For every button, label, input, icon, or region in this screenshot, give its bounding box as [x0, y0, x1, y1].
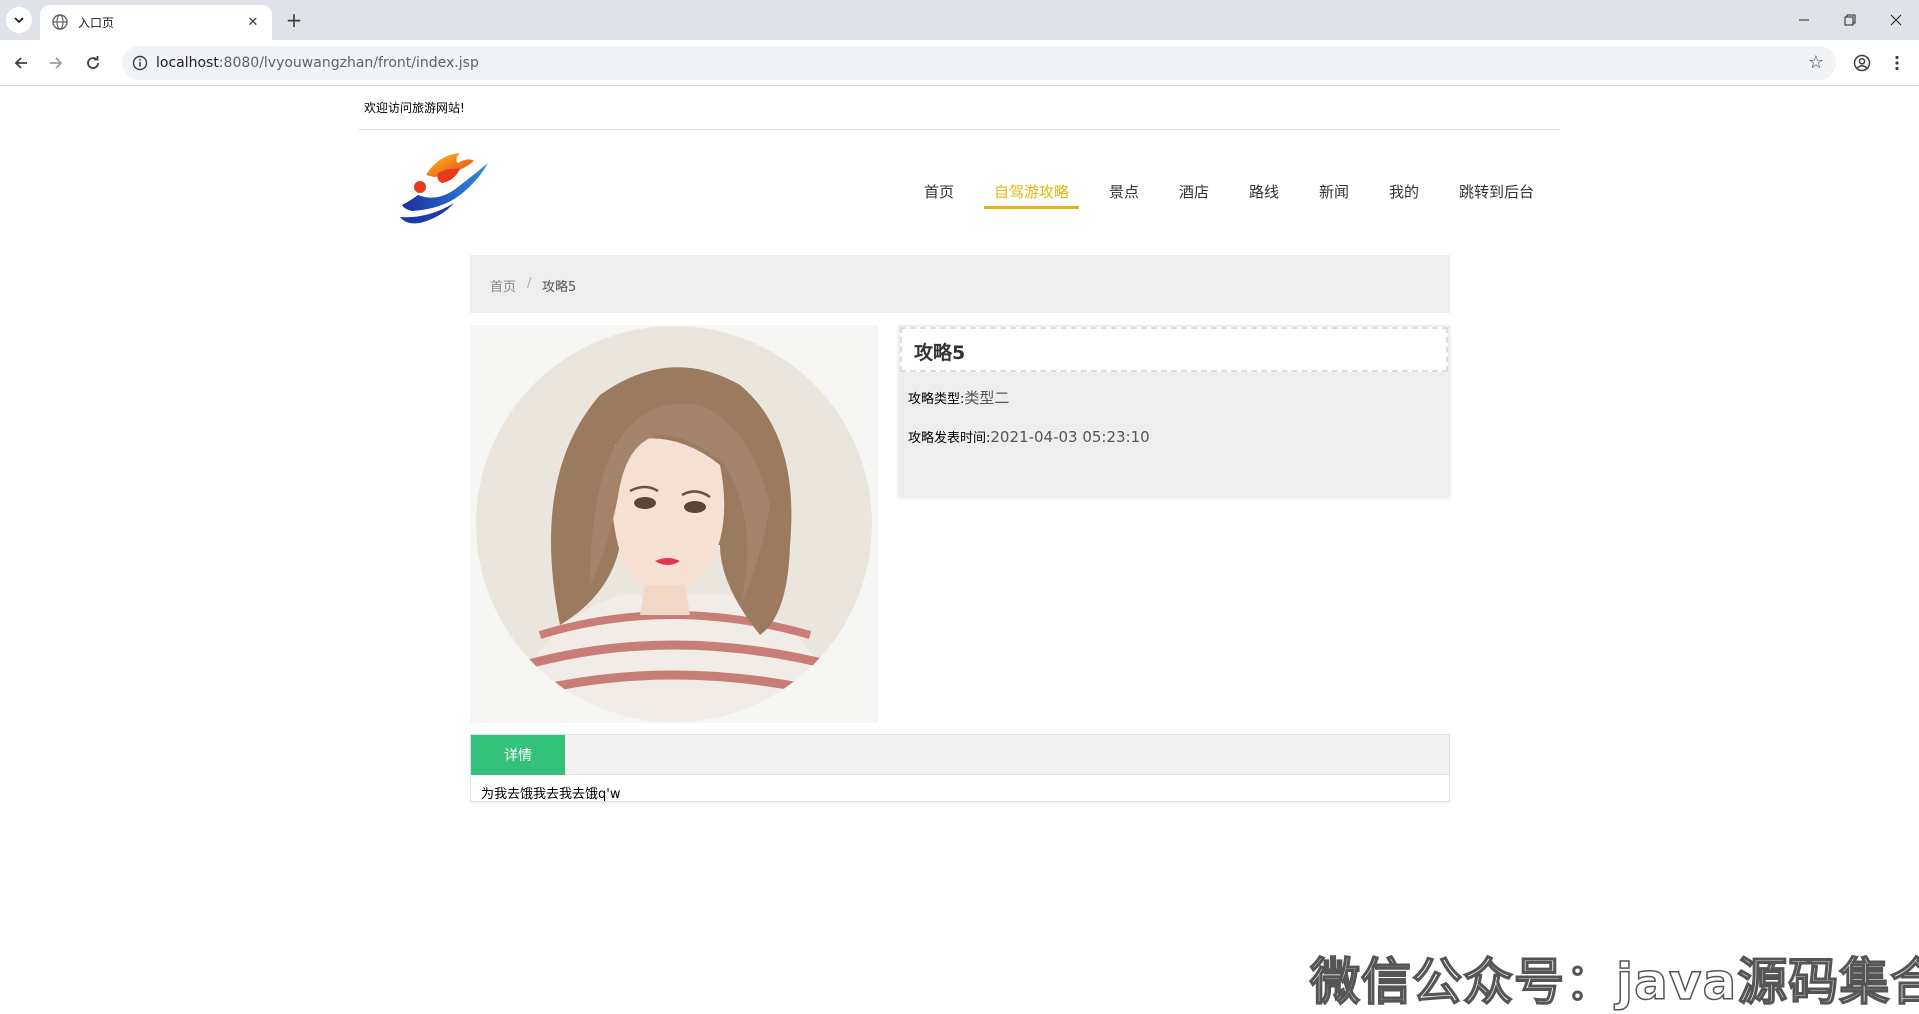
guide-type-value: 类型二 — [964, 389, 1010, 407]
reload-icon[interactable] — [81, 51, 105, 75]
watermark-text: 微信公众号：java源码集合 — [1309, 952, 1919, 1012]
guide-type-label: 攻略类型: — [908, 392, 965, 407]
detail-panel: 详情 为我去饿我去我去饿q'w — [470, 734, 1450, 802]
url-text: localhost:8080/lvyouwangzhan/front/index… — [156, 55, 479, 71]
nav-item-hotels[interactable]: 酒店 — [1179, 181, 1209, 202]
guide-time-row: 攻略发表时间:2021-04-03 05:23:10 — [908, 427, 1150, 446]
detail-content: 为我去饿我去我去饿q'w — [481, 787, 621, 802]
info-icon[interactable] — [132, 55, 148, 71]
breadcrumb: 首页 / 攻略5 — [470, 255, 1450, 313]
browser-tab[interactable]: 入口页 ✕ — [40, 5, 272, 40]
guide-info-panel: 攻略5 攻略类型:类型二 攻略发表时间:2021-04-03 05:23:10 — [898, 325, 1450, 497]
forward-icon[interactable] — [44, 51, 68, 75]
detail-tab-bar: 详情 — [471, 735, 1449, 775]
browser-toolbar: localhost:8080/lvyouwangzhan/front/index… — [0, 40, 1919, 86]
tab-detail[interactable]: 详情 — [471, 735, 565, 775]
back-icon[interactable] — [9, 51, 33, 75]
address-bar[interactable]: localhost:8080/lvyouwangzhan/front/index… — [122, 46, 1836, 80]
globe-icon — [52, 14, 68, 30]
breadcrumb-home[interactable]: 首页 — [490, 276, 516, 295]
browser-tab-strip: 入口页 ✕ + — [0, 0, 1919, 40]
guide-title-box: 攻略5 — [900, 327, 1448, 372]
welcome-text: 欢迎访问旅游网站! — [364, 101, 465, 115]
header-divider — [359, 129, 1560, 130]
guide-title: 攻略5 — [914, 342, 966, 364]
more-icon[interactable] — [1885, 51, 1909, 75]
minimize-icon[interactable] — [1781, 4, 1827, 36]
guide-time-value: 2021-04-03 05:23:10 — [990, 428, 1150, 446]
breadcrumb-current: 攻略5 — [542, 280, 577, 295]
tab-title: 入口页 — [78, 16, 115, 30]
profile-icon[interactable] — [1850, 51, 1874, 75]
close-icon[interactable]: ✕ — [244, 13, 262, 31]
nav-item-attractions[interactable]: 景点 — [1109, 181, 1139, 202]
nav-item-news[interactable]: 新闻 — [1319, 181, 1349, 202]
guide-type-row: 攻略类型:类型二 — [908, 387, 1009, 408]
star-icon[interactable]: ☆ — [1808, 52, 1824, 73]
guide-time-label: 攻略发表时间: — [908, 431, 991, 446]
nav-item-routes[interactable]: 路线 — [1249, 181, 1279, 202]
nav-item-admin[interactable]: 跳转到后台 — [1459, 181, 1534, 202]
plus-icon[interactable]: + — [282, 8, 306, 32]
page-content: 欢迎访问旅游网站! 首页 自驾游攻略 景点 酒店 路线 新闻 我的 跳转到后台 … — [0, 87, 1919, 1012]
tab-list-icon[interactable] — [6, 7, 32, 33]
restore-icon[interactable] — [1827, 4, 1873, 36]
nav-item-mine[interactable]: 我的 — [1389, 181, 1419, 202]
site-logo[interactable] — [398, 147, 492, 225]
guide-photo — [470, 325, 878, 723]
nav-item-home[interactable]: 首页 — [924, 181, 954, 202]
nav-item-driving-guide[interactable]: 自驾游攻略 — [994, 181, 1069, 202]
window-close-icon[interactable] — [1873, 4, 1919, 36]
active-nav-indicator — [984, 206, 1079, 209]
breadcrumb-separator: / — [527, 276, 532, 291]
